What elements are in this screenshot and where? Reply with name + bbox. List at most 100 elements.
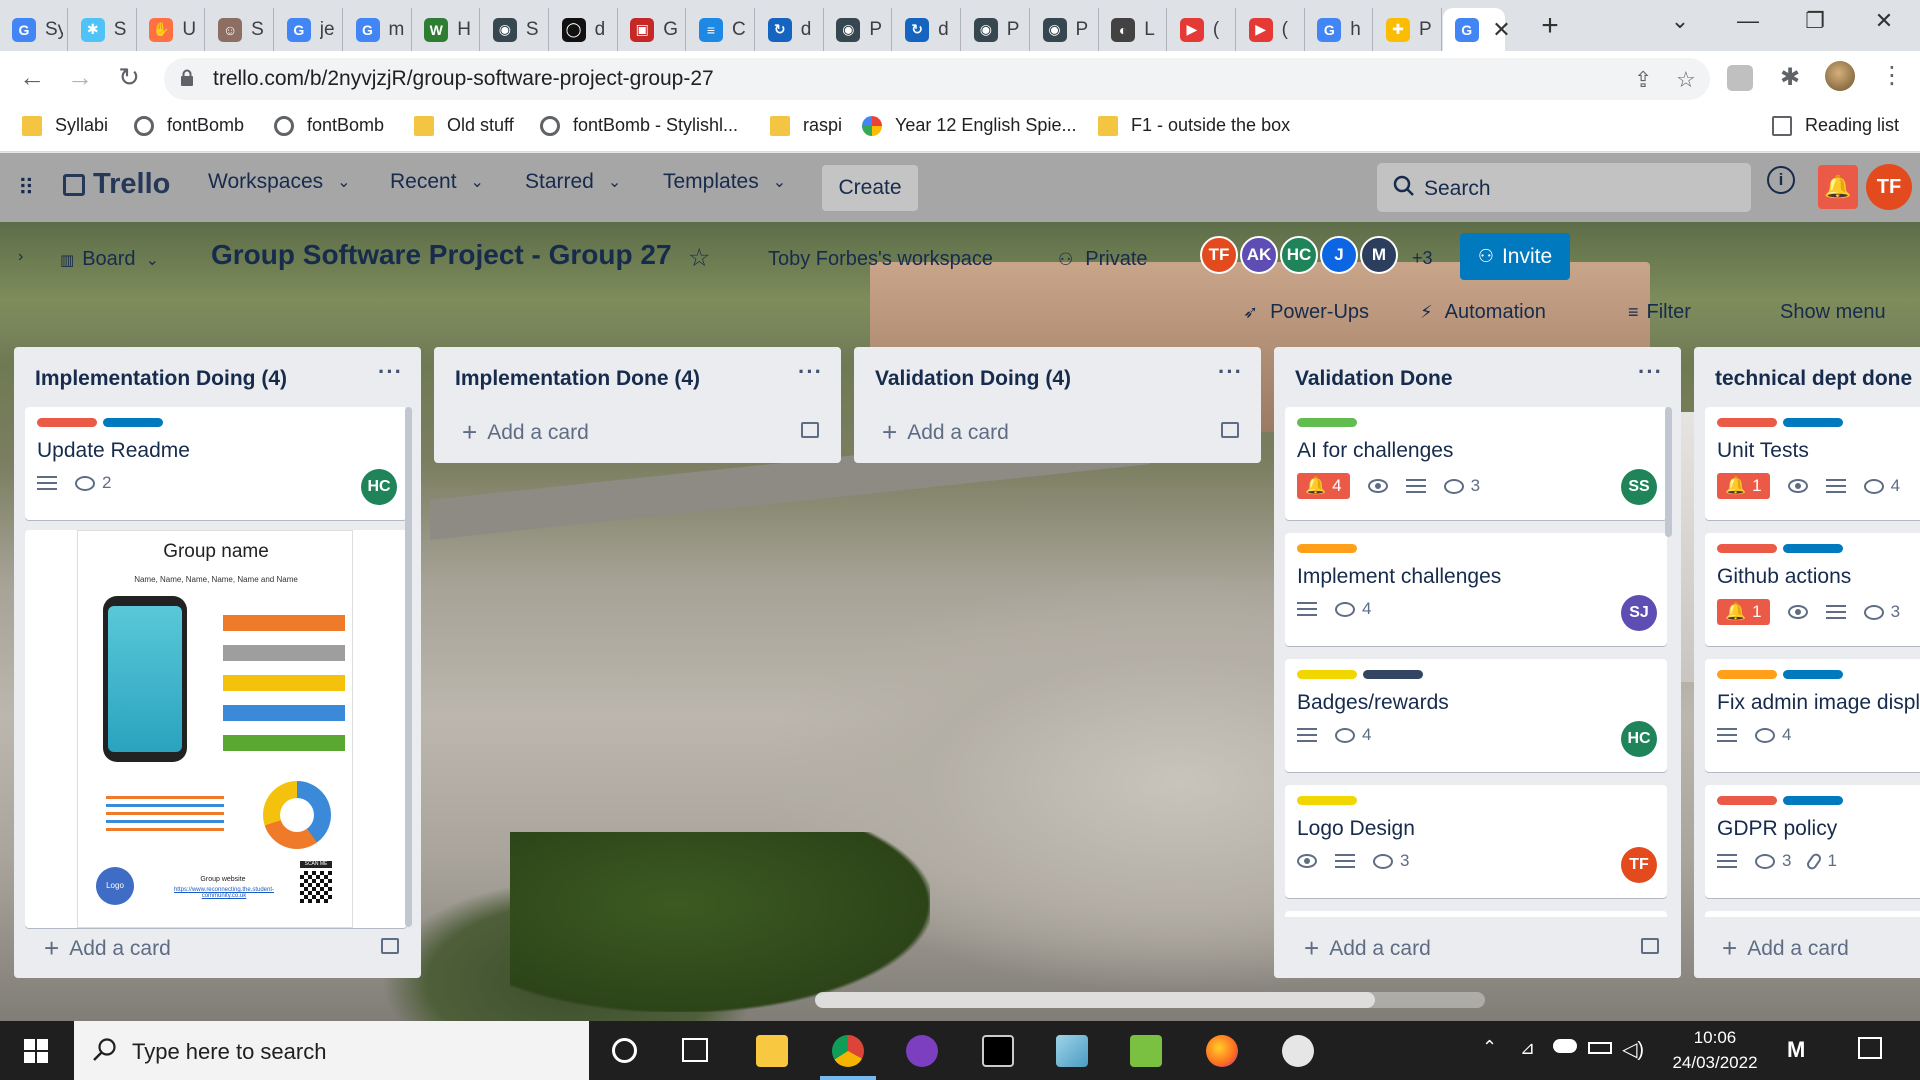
browser-tab[interactable]: ▶( bbox=[1168, 8, 1236, 51]
card-poster-image[interactable]: Group name Name, Name, Name, Name, Name … bbox=[25, 530, 407, 928]
new-tab-button[interactable]: + bbox=[1532, 8, 1568, 44]
browser-tab[interactable]: ≡ C bbox=[687, 8, 755, 51]
browser-tab[interactable]: WH bbox=[412, 8, 481, 51]
browser-tab[interactable]: ◯ d bbox=[550, 8, 618, 51]
bookmark-item[interactable]: raspi bbox=[770, 115, 842, 136]
app-tray-icon[interactable]: M bbox=[1787, 1037, 1805, 1063]
recent-menu[interactable]: Recent ⌄ bbox=[390, 170, 484, 194]
browser-tab[interactable]: ◐ L bbox=[1099, 8, 1168, 51]
list-menu-icon[interactable]: ··· bbox=[798, 359, 823, 385]
bookmark-item[interactable]: F1 - outside the box bbox=[1098, 115, 1290, 136]
firefox-icon[interactable] bbox=[1206, 1035, 1238, 1067]
tray-chevron-up-icon[interactable]: ⌃ bbox=[1482, 1037, 1497, 1058]
invite-button[interactable]: ⚇ Invite bbox=[1460, 233, 1570, 280]
list-title[interactable]: Validation Doing (4) bbox=[875, 367, 1071, 391]
browser-tab[interactable]: ◉ P bbox=[1031, 8, 1099, 51]
card-gdpr-policy[interactable]: GDPR policy 3 1 bbox=[1705, 785, 1920, 898]
list-title[interactable]: Implementation Doing (4) bbox=[35, 367, 287, 391]
templates-menu[interactable]: Templates ⌄ bbox=[663, 170, 786, 194]
member-avatar[interactable]: M bbox=[1360, 236, 1398, 274]
browser-tab[interactable]: ◉ P bbox=[824, 8, 893, 51]
sidebar-expand-icon[interactable]: › bbox=[18, 248, 23, 266]
app-switcher-icon[interactable]: ⠿ bbox=[18, 175, 34, 201]
card-update-readme[interactable]: Update Readme 2 HC bbox=[25, 407, 407, 520]
visibility-button[interactable]: ⚇ Private bbox=[1058, 248, 1148, 271]
list-menu-icon[interactable]: ··· bbox=[378, 359, 403, 385]
task-view-icon[interactable] bbox=[682, 1038, 708, 1062]
volume-icon[interactable]: ◁) bbox=[1622, 1037, 1644, 1062]
browser-tab[interactable]: ▣ G bbox=[618, 8, 687, 51]
automation-button[interactable]: ⚡ Automation bbox=[1420, 301, 1546, 324]
list-menu-icon[interactable]: ··· bbox=[1638, 359, 1663, 385]
tab-search-icon[interactable]: ⌄ bbox=[1660, 8, 1700, 34]
back-icon[interactable]: ← bbox=[15, 62, 49, 93]
onedrive-icon[interactable] bbox=[1553, 1039, 1577, 1053]
browser-tab[interactable]: Gm bbox=[344, 8, 412, 51]
notification-center-icon[interactable] bbox=[1858, 1037, 1882, 1059]
search-input[interactable]: Search bbox=[1377, 163, 1751, 212]
close-tab-icon[interactable]: ✕ bbox=[1492, 17, 1510, 43]
card-member-avatar[interactable]: TF bbox=[1621, 847, 1657, 883]
restore-button[interactable]: ❐ bbox=[1795, 8, 1835, 34]
add-card-button[interactable]: + Add a card bbox=[1722, 933, 1849, 964]
bookmark-item[interactable]: Syllabi bbox=[22, 115, 108, 136]
add-card-button[interactable]: + Add a card bbox=[462, 417, 589, 448]
member-avatar[interactable]: J bbox=[1320, 236, 1358, 274]
card-template-icon[interactable] bbox=[381, 938, 399, 954]
card-ai-for-challenges[interactable]: AI for challenges 🔔 4 3 SS bbox=[1285, 407, 1667, 520]
wifi-icon[interactable]: ⊿ bbox=[1520, 1038, 1535, 1059]
filter-button[interactable]: ≡ Filter bbox=[1628, 301, 1691, 324]
close-window-button[interactable]: ✕ bbox=[1864, 8, 1904, 34]
browser-tab[interactable]: ↻ d bbox=[893, 8, 962, 51]
card-template-icon[interactable] bbox=[1221, 422, 1239, 438]
card-badges-rewards[interactable]: Badges/rewards 4 HC bbox=[1285, 659, 1667, 772]
list-scrollbar[interactable] bbox=[405, 407, 412, 927]
card-github-actions[interactable]: Github actions 🔔 1 3 bbox=[1705, 533, 1920, 646]
browser-tab[interactable]: ✚ P bbox=[1374, 8, 1442, 51]
extension-icon[interactable] bbox=[1727, 65, 1753, 91]
board-title[interactable]: Group Software Project - Group 27 bbox=[211, 239, 672, 271]
browser-tab[interactable]: Gh bbox=[1305, 8, 1374, 51]
bookmark-item[interactable]: Old stuff bbox=[414, 115, 514, 136]
browser-tab[interactable]: ✱ S bbox=[69, 8, 137, 51]
create-button[interactable]: Create bbox=[822, 165, 918, 211]
windows-start-icon[interactable] bbox=[24, 1039, 48, 1063]
card-implement-challenges[interactable]: Implement challenges 4 SJ bbox=[1285, 533, 1667, 646]
chrome-taskbar-icon[interactable] bbox=[832, 1035, 864, 1067]
more-members-count[interactable]: +3 bbox=[1412, 248, 1433, 269]
list-title[interactable]: Validation Done bbox=[1295, 367, 1453, 391]
browser-tab[interactable]: Gje bbox=[275, 8, 343, 51]
user-avatar[interactable]: TF bbox=[1866, 164, 1912, 210]
bookmark-star-icon[interactable]: ☆ bbox=[1676, 67, 1696, 93]
browser-tab[interactable]: ◉ P bbox=[962, 8, 1030, 51]
card-template-icon[interactable] bbox=[1641, 938, 1659, 954]
browser-tab[interactable]: G Sy bbox=[0, 8, 68, 51]
list-title[interactable]: Implementation Done (4) bbox=[455, 367, 700, 391]
list-title[interactable]: technical dept done bbox=[1715, 367, 1912, 391]
card-member-avatar[interactable]: HC bbox=[361, 469, 397, 505]
add-card-button[interactable]: + Add a card bbox=[882, 417, 1009, 448]
card-fix-admin-image[interactable]: Fix admin image displ 4 bbox=[1705, 659, 1920, 772]
reload-icon[interactable]: ↻ bbox=[112, 62, 146, 93]
starred-menu[interactable]: Starred ⌄ bbox=[525, 170, 621, 194]
notifications-bell-icon[interactable]: 🔔 bbox=[1818, 165, 1858, 209]
bookmark-item[interactable]: fontBomb bbox=[274, 115, 384, 136]
browser-tab[interactable]: ◉ S bbox=[481, 8, 549, 51]
terminal-icon[interactable] bbox=[982, 1035, 1014, 1067]
card-member-avatar[interactable]: SS bbox=[1621, 469, 1657, 505]
battery-icon[interactable] bbox=[1588, 1042, 1612, 1054]
minecraft-icon[interactable] bbox=[1130, 1035, 1162, 1067]
card-member-avatar[interactable]: SJ bbox=[1621, 595, 1657, 631]
clock-time[interactable]: 10:06 bbox=[1680, 1028, 1750, 1048]
bookmark-item[interactable]: fontBomb - Stylishl... bbox=[540, 115, 738, 136]
file-explorer-icon[interactable] bbox=[756, 1035, 788, 1067]
minimize-button[interactable]: — bbox=[1728, 8, 1768, 34]
profile-avatar[interactable] bbox=[1825, 61, 1855, 91]
app-icon[interactable] bbox=[1056, 1035, 1088, 1067]
browser-tab[interactable]: ✋ U bbox=[137, 8, 206, 51]
url-omnibox[interactable]: trello.com/b/2nyvjzjR/group-software-pro… bbox=[164, 58, 1710, 100]
member-avatar[interactable]: HC bbox=[1280, 236, 1318, 274]
info-icon[interactable]: i bbox=[1767, 166, 1795, 194]
member-avatar[interactable]: TF bbox=[1200, 236, 1238, 274]
card-member-avatar[interactable]: HC bbox=[1621, 721, 1657, 757]
